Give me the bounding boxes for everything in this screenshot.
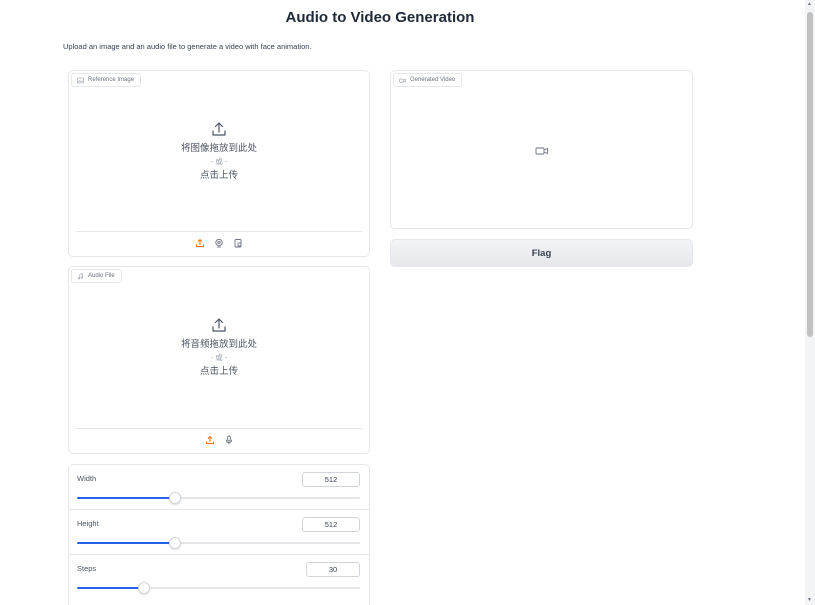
upload-icon[interactable] bbox=[195, 238, 205, 248]
steps-slider-track[interactable] bbox=[77, 582, 360, 594]
page-description: Upload an image and an audio file to gen… bbox=[63, 42, 312, 51]
video-placeholder bbox=[391, 143, 692, 161]
scroll-up-arrow-icon[interactable]: ▲ bbox=[807, 1, 812, 7]
height-slider-row: Height 512 bbox=[69, 510, 369, 555]
height-number-input[interactable]: 512 bbox=[302, 517, 360, 532]
image-icon bbox=[77, 77, 84, 83]
audio-file-panel: Audio File 将音频拖放到此处 - 或 - 点击上传 bbox=[68, 266, 370, 454]
steps-slider-thumb[interactable] bbox=[137, 582, 150, 594]
generated-video-label: Generated Video bbox=[393, 73, 463, 87]
scroll-down-arrow-icon[interactable]: ▼ bbox=[807, 597, 812, 603]
width-slider-row: Width 512 bbox=[69, 465, 369, 510]
webcam-icon[interactable] bbox=[214, 238, 224, 248]
width-slider-thumb[interactable] bbox=[168, 492, 181, 504]
page-title: Audio to Video Generation bbox=[285, 9, 475, 26]
upload-icon[interactable] bbox=[205, 435, 215, 445]
width-label: Width bbox=[77, 474, 97, 483]
audio-click-upload-text: 点击上传 bbox=[199, 366, 238, 377]
upload-icon bbox=[212, 318, 226, 332]
image-drop-text: 将图像拖放到此处 bbox=[180, 143, 257, 154]
reference-image-label: Reference Image bbox=[71, 73, 142, 87]
settings-sliders: Width 512 Height 512 Steps 30 bbox=[68, 464, 370, 605]
image-source-bar bbox=[76, 231, 362, 248]
width-slider-fill bbox=[77, 497, 175, 499]
image-or-text: - 或 - bbox=[210, 157, 228, 166]
generated-video-panel: Generated Video bbox=[390, 70, 693, 229]
steps-slider-row: Steps 30 bbox=[69, 555, 369, 600]
reference-image-panel: Reference Image 将图像拖放到此处 - 或 - 点击上传 bbox=[68, 70, 370, 257]
image-dropzone[interactable]: 将图像拖放到此处 - 或 - 点击上传 bbox=[69, 121, 369, 182]
height-slider-fill bbox=[77, 542, 175, 544]
audio-drop-text: 将音频拖放到此处 bbox=[180, 339, 257, 350]
audio-file-label: Audio File bbox=[71, 269, 122, 283]
audio-dropzone[interactable]: 将音频拖放到此处 - 或 - 点击上传 bbox=[69, 317, 369, 378]
flag-button[interactable]: Flag bbox=[390, 239, 693, 267]
video-icon bbox=[399, 78, 406, 83]
video-camera-icon bbox=[535, 147, 548, 155]
clipboard-icon[interactable] bbox=[233, 238, 243, 248]
page-scrollbar[interactable]: ▲ ▼ bbox=[805, 0, 815, 605]
upload-icon bbox=[212, 122, 226, 136]
music-icon bbox=[78, 272, 83, 279]
width-slider-track[interactable] bbox=[77, 492, 360, 504]
audio-or-text: - 或 - bbox=[210, 353, 228, 362]
steps-label: Steps bbox=[77, 564, 97, 573]
width-number-input[interactable]: 512 bbox=[302, 472, 360, 487]
height-label: Height bbox=[77, 519, 99, 528]
height-slider-track[interactable] bbox=[77, 537, 360, 549]
steps-slider-fill bbox=[77, 587, 144, 589]
scrollbar-thumb[interactable] bbox=[807, 12, 813, 337]
image-click-upload-text: 点击上传 bbox=[199, 170, 238, 181]
microphone-icon[interactable] bbox=[224, 435, 234, 445]
steps-number-input[interactable]: 30 bbox=[306, 562, 360, 577]
height-slider-thumb[interactable] bbox=[168, 537, 181, 549]
audio-source-bar bbox=[76, 428, 362, 445]
